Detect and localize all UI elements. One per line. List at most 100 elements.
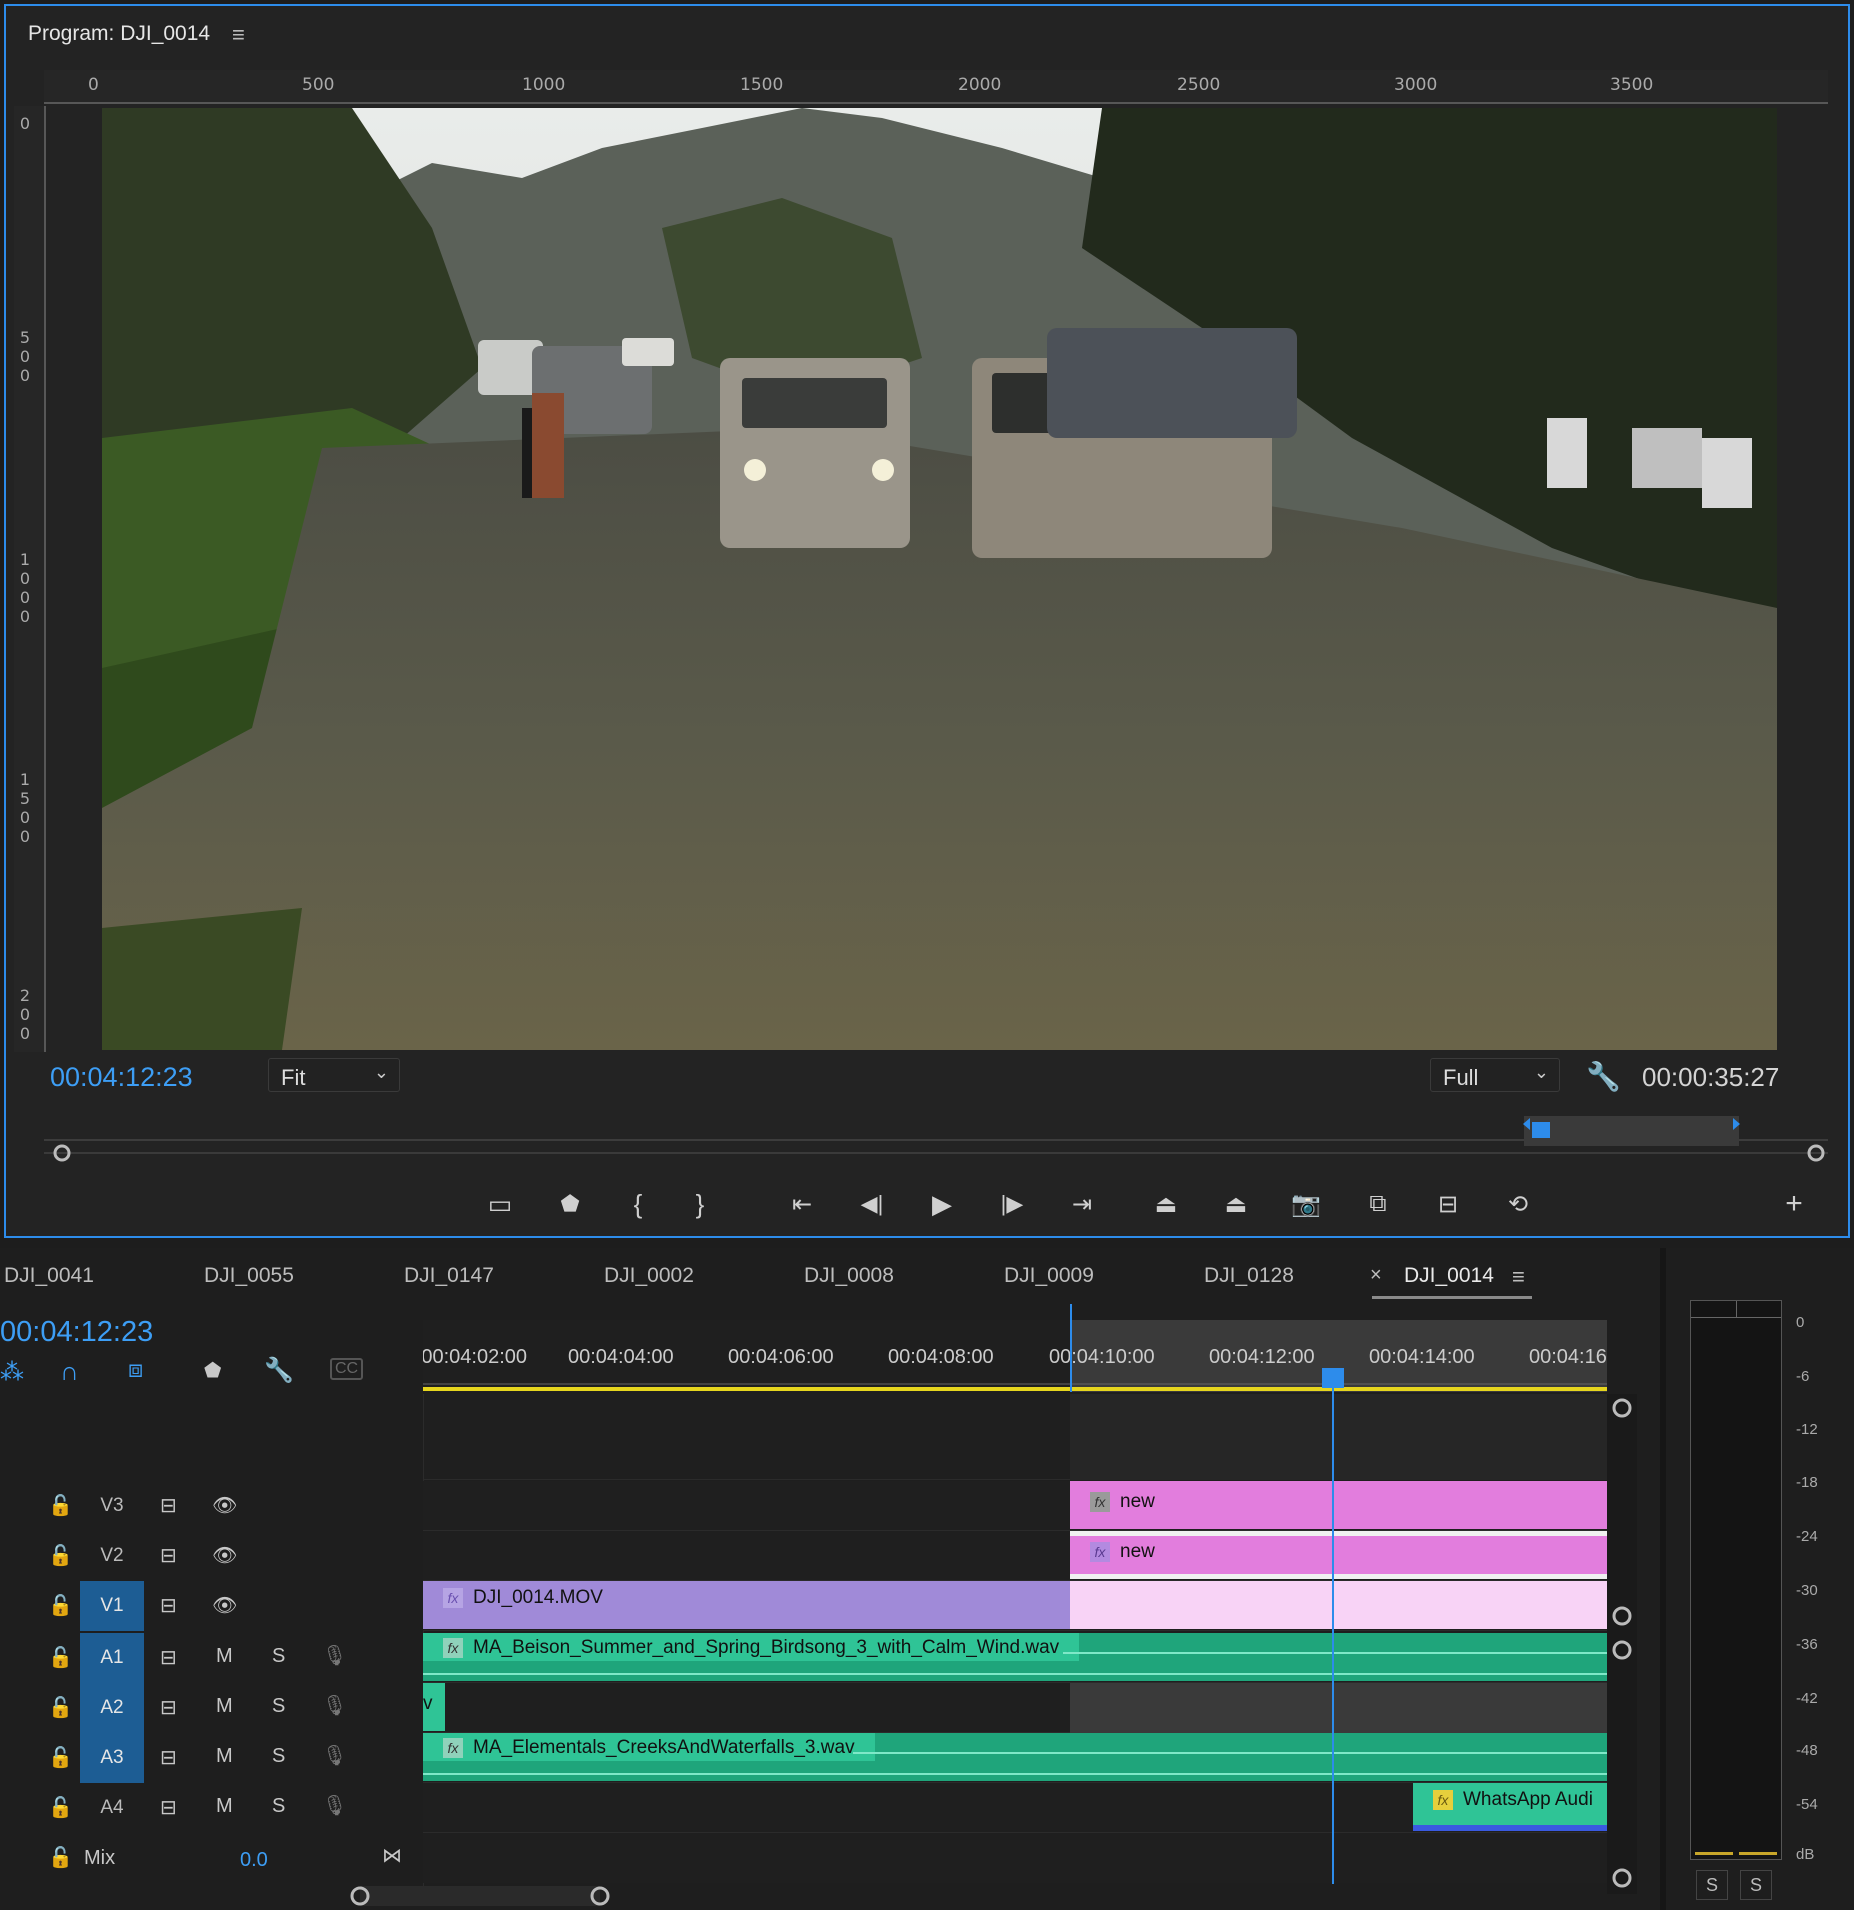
wrench-icon[interactable]: 🔧	[1586, 1060, 1621, 1093]
microphone-icon[interactable]: 🎙	[322, 1693, 347, 1718]
microphone-icon[interactable]: 🎙	[322, 1793, 347, 1818]
sync-lock-icon[interactable]: ⊟	[160, 1745, 177, 1770]
nest-icon[interactable]: ⁂	[0, 1358, 24, 1387]
extract-icon[interactable]: ⏏	[1216, 1186, 1256, 1222]
clip-a1[interactable]: fx MA_Beison_Summer_and_Spring_Birdsong_3…	[423, 1633, 1607, 1681]
eye-icon[interactable]: 👁	[212, 1593, 237, 1618]
microphone-icon[interactable]: 🎙	[322, 1743, 347, 1768]
program-video-frame[interactable]	[102, 108, 1777, 1050]
camera-icon[interactable]: 📷	[1286, 1186, 1326, 1222]
mute-button[interactable]: M	[216, 1795, 233, 1818]
microphone-icon[interactable]: 🎙	[322, 1643, 347, 1668]
insert-icon[interactable]: ⧉	[1358, 1186, 1398, 1222]
mix-volume-value[interactable]: 0.0	[240, 1849, 268, 1872]
solo-left-button[interactable]: S	[1696, 1870, 1728, 1900]
clip-a4[interactable]: fx WhatsApp Audi	[1413, 1783, 1607, 1831]
clip-v1-continuation[interactable]	[1070, 1581, 1607, 1629]
current-timecode[interactable]: 00:04:12:23	[50, 1062, 193, 1093]
sequence-tab[interactable]: DJI_0002	[604, 1264, 694, 1288]
lock-icon[interactable]: 🔓	[48, 1695, 73, 1720]
step-back-icon[interactable]: ◀|	[852, 1186, 892, 1222]
track-name[interactable]: V1	[80, 1581, 144, 1631]
panel-menu-icon[interactable]: ≡	[1512, 1264, 1525, 1290]
sync-lock-icon[interactable]: ⊟	[160, 1593, 177, 1618]
add-marker-icon[interactable]: ⬟	[204, 1358, 221, 1383]
clip-name: DJI_0014.MOV	[473, 1587, 603, 1608]
track-name[interactable]: A1	[80, 1633, 144, 1683]
solo-button[interactable]: S	[272, 1745, 285, 1768]
lock-icon[interactable]: 🔓	[48, 1795, 73, 1820]
play-icon[interactable]: ▶	[922, 1186, 962, 1222]
sync-lock-icon[interactable]: ⊟	[160, 1543, 177, 1568]
add-marker-icon[interactable]: ⬟	[550, 1186, 590, 1222]
wrench-icon[interactable]: 🔧	[264, 1356, 294, 1385]
horizontal-zoom-scrollbar[interactable]	[340, 1882, 640, 1910]
go-to-out-icon[interactable]: ⇥	[1062, 1186, 1102, 1222]
digit: 2	[19, 986, 31, 1005]
track-name[interactable]: A2	[80, 1683, 144, 1733]
solo-right-button[interactable]: S	[1740, 1870, 1772, 1900]
sequence-tab-active[interactable]: DJI_0014	[1404, 1264, 1494, 1288]
meter-divider	[1736, 1301, 1737, 1317]
lock-icon[interactable]: 🔓	[48, 1645, 73, 1670]
sync-lock-icon[interactable]: ⊟	[160, 1795, 177, 1820]
track-name[interactable]: A3	[80, 1733, 144, 1783]
sequence-tab[interactable]: DJI_0009	[1004, 1264, 1094, 1288]
captions-icon[interactable]: CC	[330, 1358, 364, 1380]
clip-v1[interactable]: fx DJI_0014.MOV	[423, 1581, 1070, 1629]
eye-icon[interactable]: 👁	[212, 1493, 237, 1518]
sequence-tab[interactable]: DJI_0128	[1204, 1264, 1294, 1288]
lane-a2: v	[423, 1683, 1607, 1733]
mute-button[interactable]: M	[216, 1695, 233, 1718]
playback-resolution-select[interactable]: Full ⌄	[1430, 1058, 1560, 1092]
go-to-in-icon[interactable]: ⇤	[782, 1186, 822, 1222]
lift-icon[interactable]: ⏏	[1146, 1186, 1186, 1222]
timeline-timecode[interactable]: 00:04:12:23	[0, 1316, 153, 1349]
clip-a2[interactable]: v	[423, 1683, 445, 1731]
mute-button[interactable]: M	[216, 1645, 233, 1668]
ruler-ticks	[423, 1383, 1607, 1391]
sequence-tab[interactable]: DJI_0008	[804, 1264, 894, 1288]
pan-icon[interactable]: ⋈	[382, 1843, 402, 1868]
panel-menu-icon[interactable]: ≡	[232, 22, 245, 48]
lock-icon[interactable]: 🔓	[48, 1593, 73, 1618]
safe-margins-icon[interactable]: ▭	[480, 1186, 520, 1222]
track-name[interactable]: A4	[80, 1783, 144, 1833]
solo-button[interactable]: S	[272, 1795, 285, 1818]
timeline-ruler[interactable]: 00:04:02:00 00:04:04:00 00:04:06:00 00:0…	[423, 1320, 1607, 1392]
digit: 0	[19, 1005, 31, 1024]
lock-icon[interactable]: 🔓	[48, 1745, 73, 1770]
sync-lock-icon[interactable]: ⊟	[160, 1645, 177, 1670]
solo-button[interactable]: S	[272, 1645, 285, 1668]
track-name[interactable]: V3	[80, 1481, 144, 1531]
lock-icon[interactable]: 🔓	[48, 1845, 73, 1870]
step-forward-icon[interactable]: |▶	[992, 1186, 1032, 1222]
solo-button[interactable]: S	[272, 1695, 285, 1718]
sequence-tab[interactable]: DJI_0041	[4, 1264, 94, 1288]
zoom-level-select[interactable]: Fit ⌄	[268, 1058, 400, 1092]
mark-out-icon[interactable]: }	[680, 1186, 720, 1222]
sync-lock-icon[interactable]: ⊟	[160, 1493, 177, 1518]
ruler-label-500: 5 0 0	[14, 328, 30, 385]
comparison-view-icon[interactable]: ⟲	[1498, 1186, 1538, 1222]
sequence-tab[interactable]: DJI_0055	[204, 1264, 294, 1288]
overwrite-icon[interactable]: ⊟	[1428, 1186, 1468, 1222]
program-time-ruler[interactable]	[44, 1114, 1828, 1162]
lock-icon[interactable]: 🔓	[48, 1543, 73, 1568]
clip-v2[interactable]: fx new	[1070, 1531, 1607, 1579]
snap-magnet-icon[interactable]: ∩	[60, 1356, 79, 1387]
sequence-tab[interactable]: DJI_0147	[404, 1264, 494, 1288]
lock-icon[interactable]: 🔓	[48, 1493, 73, 1518]
mute-button[interactable]: M	[216, 1745, 233, 1768]
mark-in-icon[interactable]: {	[618, 1186, 658, 1222]
playhead-handle[interactable]	[1322, 1368, 1344, 1388]
clip-a3[interactable]: fx MA_Elementals_CreeksAndWaterfalls_3.wa…	[423, 1733, 1607, 1781]
track-name[interactable]: V2	[80, 1531, 144, 1581]
clip-v3[interactable]: fx new	[1070, 1481, 1607, 1529]
sync-lock-icon[interactable]: ⊟	[160, 1695, 177, 1720]
vertical-scrollbar[interactable]	[1607, 1394, 1637, 1894]
close-tab-icon[interactable]: ×	[1370, 1264, 1382, 1287]
eye-icon[interactable]: 👁	[212, 1543, 237, 1568]
linked-selection-icon[interactable]: ⧈	[128, 1356, 143, 1384]
button-editor-plus-icon[interactable]: +	[1774, 1186, 1814, 1222]
